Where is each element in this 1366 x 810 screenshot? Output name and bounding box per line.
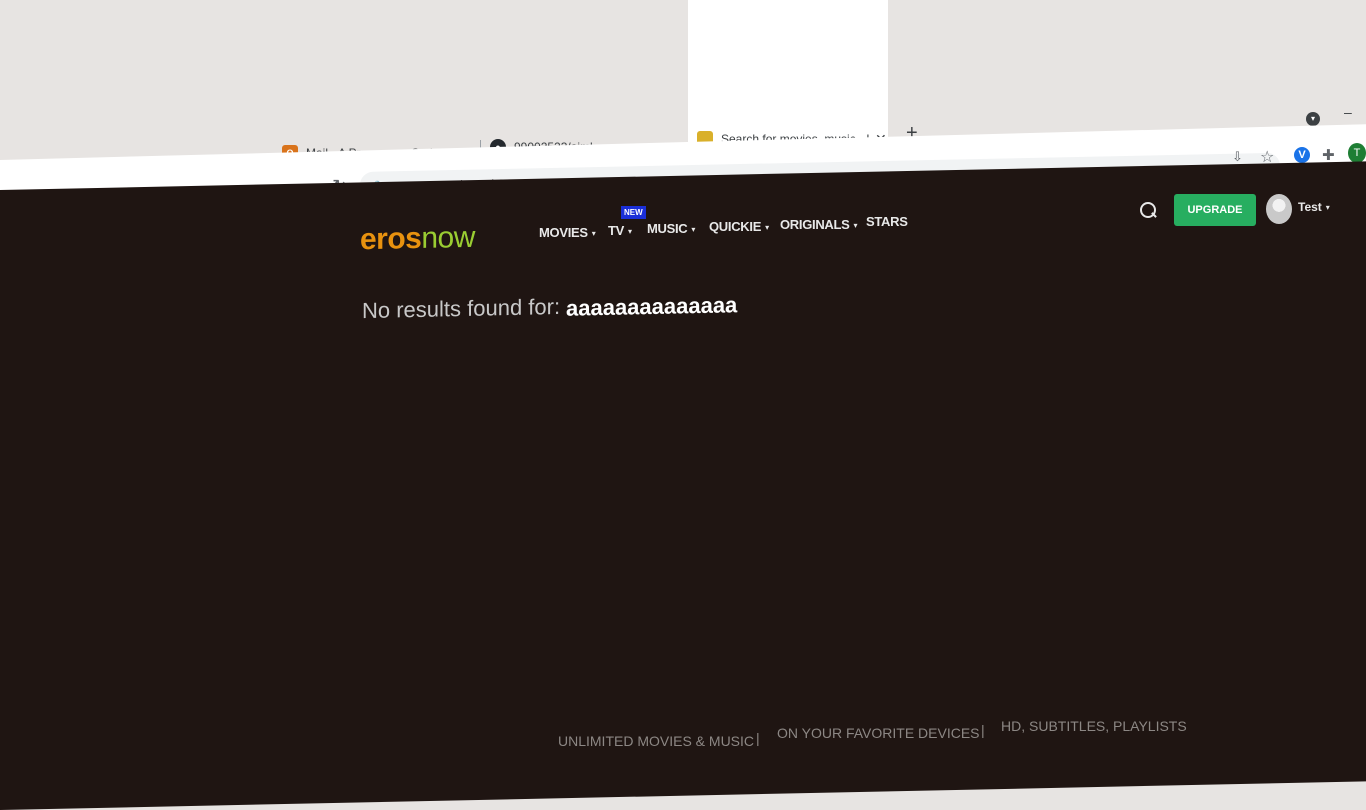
footer-feature: ON YOUR FAVORITE DEVICES — [777, 725, 980, 741]
footer-feature: UNLIMITED MOVIES & MUSIC — [558, 733, 755, 749]
tab-search-icon[interactable]: ▾ — [1306, 112, 1320, 126]
avatar[interactable] — [1266, 194, 1292, 224]
erosnow-logo[interactable]: erosnow — [360, 221, 475, 257]
footer-separator: | — [756, 730, 760, 746]
nav-movies[interactable]: MOVIES ▾ — [539, 225, 596, 240]
extension-v-icon[interactable]: V — [1294, 147, 1310, 163]
footer-separator: | — [981, 722, 985, 738]
nav-music[interactable]: MUSIC ▾ — [647, 221, 695, 236]
profile-avatar[interactable]: T — [1348, 143, 1366, 163]
logo-eros: eros — [360, 221, 422, 257]
tab-strip — [0, 0, 1366, 150]
no-results-label: No results found for: — [362, 293, 561, 324]
new-badge: NEW — [621, 206, 646, 219]
nav-quickie[interactable]: QUICKIE ▾ — [709, 219, 769, 234]
nav-originals[interactable]: ORIGINALS ▾ — [780, 217, 858, 232]
nav-stars[interactable]: STARS — [866, 214, 908, 229]
user-menu[interactable]: Test ▾ — [1298, 200, 1330, 214]
search-query: aaaaaaaaaaaaaa — [566, 292, 738, 321]
upgrade-button[interactable]: UPGRADE — [1174, 194, 1256, 226]
minimize-button[interactable]: – — [1344, 104, 1352, 120]
footer-feature: HD, SUBTITLES, PLAYLISTS — [1001, 718, 1187, 734]
logo-now: now — [421, 220, 475, 255]
nav-tv[interactable]: TV ▾ — [608, 223, 632, 238]
install-icon[interactable]: ⇩ — [1232, 149, 1243, 165]
page-background — [0, 161, 1366, 810]
